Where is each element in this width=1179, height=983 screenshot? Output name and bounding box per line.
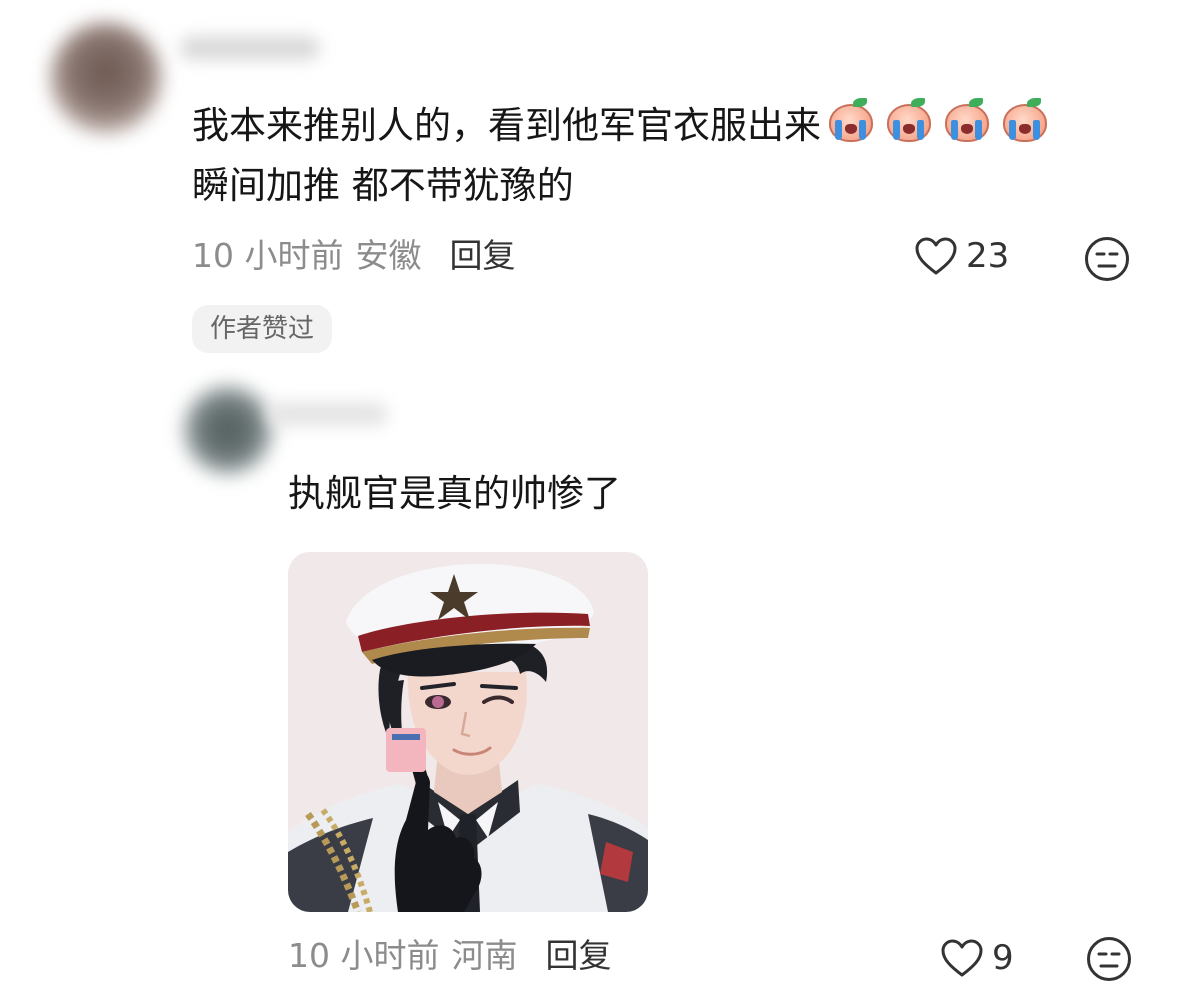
crying-peach-emoji-icon <box>999 98 1051 144</box>
dislike-face-icon[interactable] <box>1086 936 1132 982</box>
comment-text: 执舰官是真的帅惨了 <box>288 472 621 515</box>
comment-text-line-1: 我本来推别人的，看到他军官衣服出来 <box>192 104 821 147</box>
username-blurred[interactable] <box>268 402 388 426</box>
comment-text-line-2: 瞬间加推 都不带犹豫的 <box>192 164 574 207</box>
comment-image[interactable] <box>288 552 648 912</box>
heart-icon <box>915 237 957 275</box>
avatar[interactable] <box>50 22 162 134</box>
dislike-face-icon[interactable] <box>1084 236 1130 282</box>
comment-meta: 10 小时前 安徽 回复 <box>192 236 515 276</box>
crying-peach-emoji-icon <box>883 98 935 144</box>
comment-time: 10 小时前 <box>288 936 440 975</box>
crying-peach-emoji-icon <box>941 98 993 144</box>
crying-peach-emoji-icon <box>825 98 877 144</box>
reply-button[interactable]: 回复 <box>545 936 611 975</box>
username-blurred[interactable] <box>180 36 320 60</box>
heart-icon <box>941 939 983 977</box>
like-count: 23 <box>966 236 1010 276</box>
comment-text: 我本来推别人的，看到他军官衣服出来 <box>192 98 1051 148</box>
like-count: 9 <box>992 938 1014 978</box>
comment-meta: 10 小时前 河南 回复 <box>288 936 611 976</box>
reply-button[interactable]: 回复 <box>449 236 515 275</box>
like-button[interactable]: 23 <box>914 236 1009 276</box>
comment-location: 安徽 <box>355 236 422 275</box>
comment-location: 河南 <box>451 936 518 975</box>
avatar[interactable] <box>183 385 273 475</box>
author-liked-badge: 作者赞过 <box>192 305 333 353</box>
comment-time: 10 小时前 <box>192 236 344 275</box>
character-portrait-image <box>288 552 648 912</box>
like-button[interactable]: 9 <box>940 938 1014 978</box>
emoji-group <box>825 98 1051 144</box>
